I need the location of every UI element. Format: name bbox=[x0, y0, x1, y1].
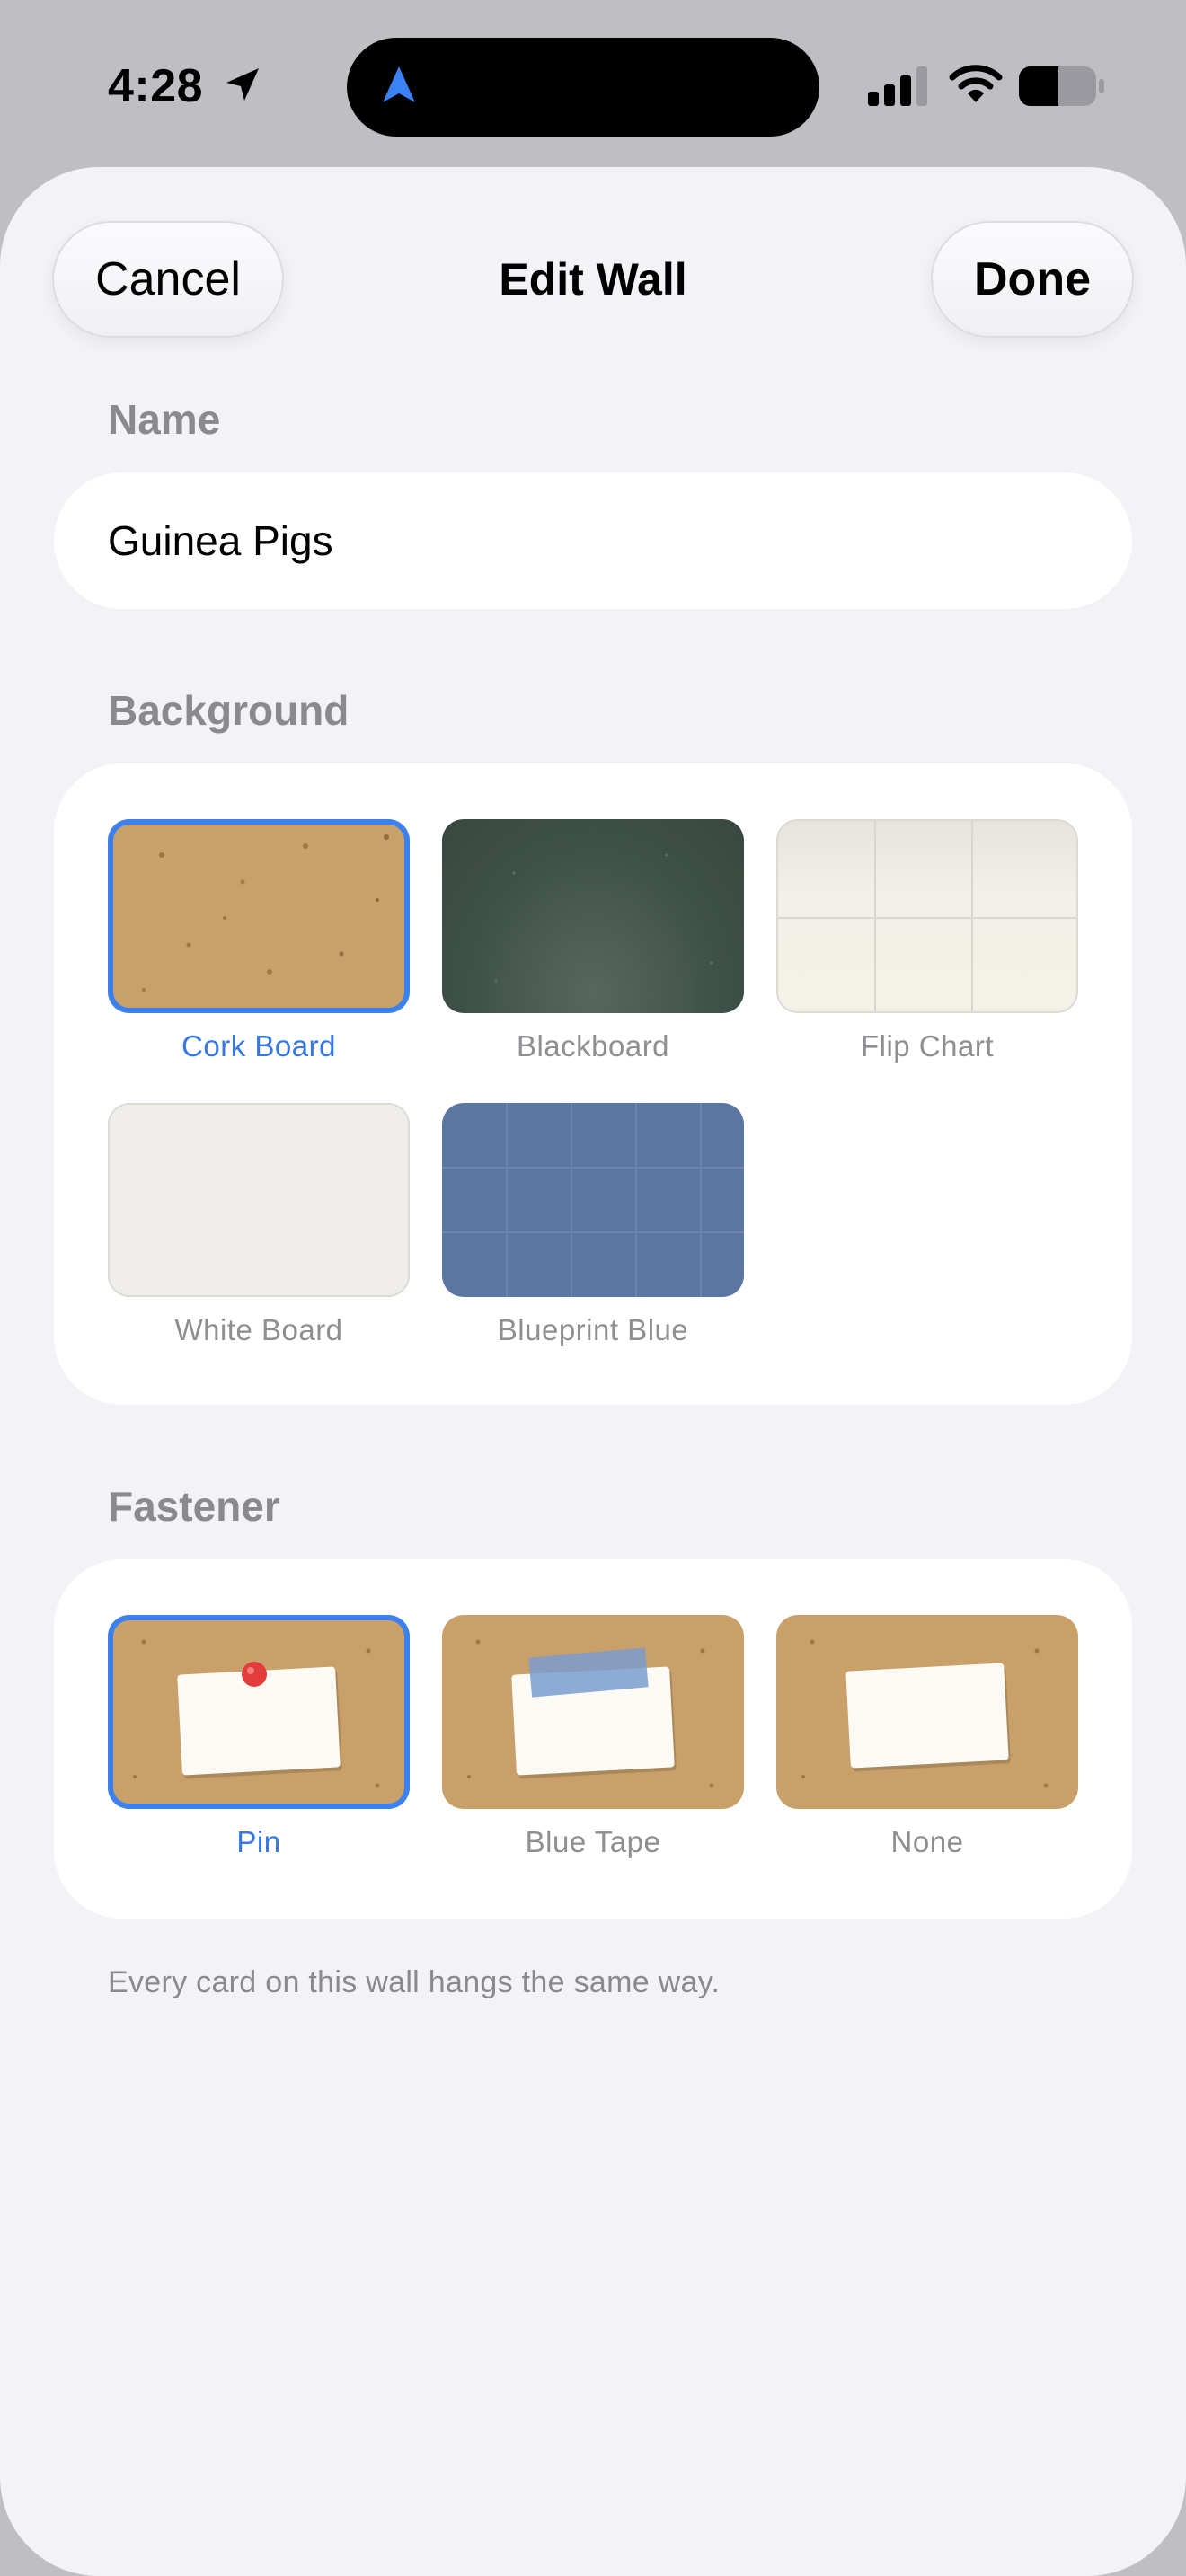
wifi-icon bbox=[949, 63, 1003, 109]
name-field[interactable]: Guinea Pigs bbox=[54, 472, 1132, 609]
option-label: White Board bbox=[174, 1313, 343, 1346]
background-option-blackboard[interactable] bbox=[442, 819, 744, 1013]
location-arrow-icon bbox=[223, 65, 262, 109]
option-label: Cork Board bbox=[181, 1029, 336, 1063]
background-option-white-board[interactable] bbox=[108, 1103, 410, 1297]
fastener-option-blue-tape[interactable] bbox=[442, 1615, 744, 1809]
background-options-card: Cork Board Blackboard Flip Chart White B… bbox=[54, 763, 1132, 1405]
fastener-section-label: Fastener bbox=[108, 1483, 280, 1530]
background-option-cork-board[interactable] bbox=[108, 819, 410, 1013]
fastener-footnote: Every card on this wall hangs the same w… bbox=[108, 1965, 721, 1999]
done-button[interactable]: Done bbox=[931, 221, 1134, 338]
background-option-flip-chart[interactable] bbox=[776, 819, 1078, 1013]
option-label: None bbox=[890, 1825, 964, 1858]
fastener-option-none[interactable] bbox=[776, 1615, 1078, 1809]
battery-icon bbox=[1019, 66, 1105, 110]
background-option-blueprint-blue[interactable] bbox=[442, 1103, 744, 1297]
option-label: Pin bbox=[236, 1825, 281, 1858]
fastener-options-card: Pin Blue Tape None bbox=[54, 1559, 1132, 1919]
signal-icon bbox=[868, 66, 929, 110]
fastener-option-pin[interactable] bbox=[108, 1615, 410, 1809]
navigation-icon bbox=[381, 65, 417, 109]
option-label: Blackboard bbox=[516, 1029, 670, 1063]
option-label: Blue Tape bbox=[525, 1825, 661, 1858]
option-label: Blueprint Blue bbox=[497, 1313, 689, 1346]
background-section-label: Background bbox=[108, 687, 350, 734]
status-time: 4:28 bbox=[108, 60, 204, 112]
edit-wall-sheet: Cancel Edit Wall Done Name Guinea Pigs B… bbox=[0, 167, 1186, 2576]
dynamic-island bbox=[347, 38, 819, 137]
name-section-label: Name bbox=[108, 396, 221, 443]
option-label: Flip Chart bbox=[860, 1029, 995, 1063]
